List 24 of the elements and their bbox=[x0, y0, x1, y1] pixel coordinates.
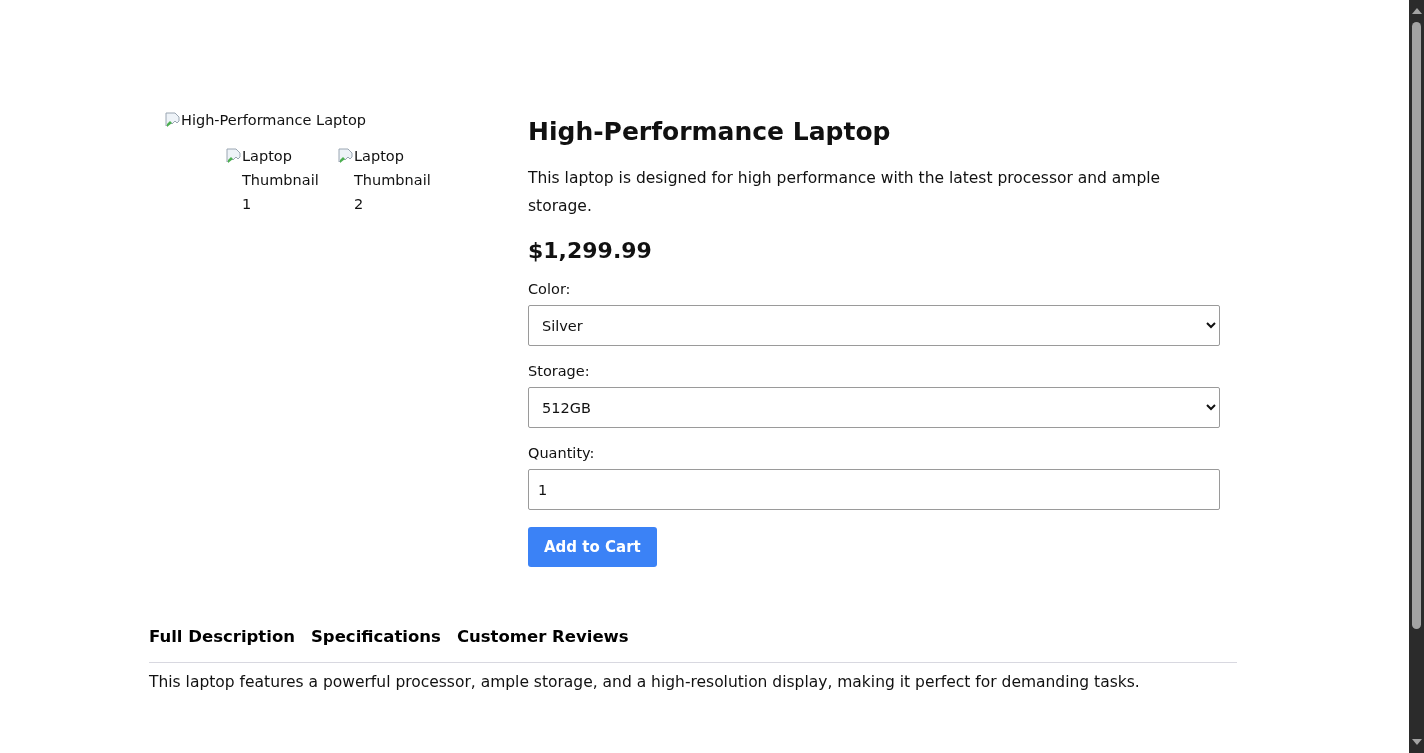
image-alt-text: Laptop Thumbnail 1 bbox=[242, 147, 320, 214]
broken-image-icon bbox=[165, 112, 181, 128]
field-label: Quantity: bbox=[528, 445, 595, 461]
image-alt-text: High-Performance Laptop bbox=[181, 112, 366, 128]
tab[interactable]: Specifications bbox=[311, 627, 453, 646]
broken-image-icon bbox=[226, 148, 242, 164]
scroll-up-icon[interactable] bbox=[1411, 8, 1422, 14]
product-price: $1,299.99 bbox=[528, 238, 652, 263]
input-field[interactable]: 1 bbox=[528, 469, 1220, 510]
field-label: Color: bbox=[528, 281, 571, 297]
scrollbar[interactable] bbox=[1409, 0, 1424, 753]
scrollbar-thumb[interactable] bbox=[1412, 22, 1421, 629]
select-field[interactable]: 512GB bbox=[528, 387, 1220, 428]
tab[interactable]: Customer Reviews bbox=[456, 627, 641, 646]
select-field[interactable]: Silver bbox=[528, 305, 1220, 346]
tab-content-text: This laptop features a powerful processor, ample storage, and a high-resolution display, making it perfect for demanding tasks. bbox=[149, 672, 1141, 693]
tab[interactable]: Full Description bbox=[149, 627, 307, 646]
image-alt-text: Laptop Thumbnail 2 bbox=[354, 147, 432, 214]
product-description: This laptop is designed for high performance with the latest processor and ample storage. bbox=[528, 168, 1162, 217]
product-title: High-Performance Laptop bbox=[528, 116, 891, 148]
field-label: Storage: bbox=[528, 363, 590, 379]
scroll-down-icon[interactable] bbox=[1411, 739, 1422, 745]
broken-image-icon bbox=[338, 148, 354, 164]
add-to-cart-button[interactable]: Add to Cart bbox=[528, 527, 657, 567]
